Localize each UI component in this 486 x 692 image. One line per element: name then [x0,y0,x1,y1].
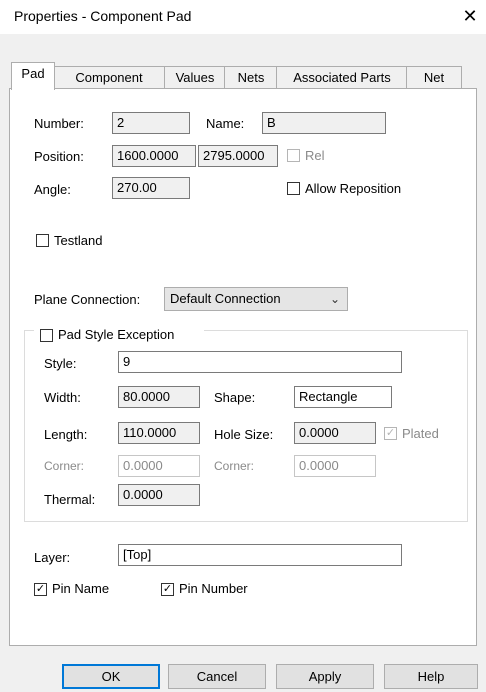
angle-field[interactable]: 270.00 [112,177,190,199]
style-label: Style: [44,356,77,371]
hole-size-field[interactable]: 0.0000 [294,422,376,444]
testland-checkbox[interactable] [36,234,49,247]
plane-connection-dropdown[interactable]: Default Connection ⌄ [164,287,348,311]
corner-field-2[interactable]: 0.0000 [294,455,376,477]
pad-style-exception-label: Pad Style Exception [58,327,175,342]
name-field[interactable]: B [262,112,386,134]
tab-pad[interactable]: Pad [11,62,55,90]
tab-component[interactable]: Component [52,66,166,89]
corner-label-2: Corner: [214,459,255,473]
layer-field[interactable]: [Top] [118,544,402,566]
hole-size-label: Hole Size: [214,427,274,442]
position-label: Position: [34,149,84,164]
length-label: Length: [44,427,88,442]
style-field[interactable]: 9 [118,351,402,373]
window-title: Properties - Component Pad [14,8,192,24]
pin-number-label: Pin Number [179,581,248,596]
ok-button[interactable]: OK [62,664,160,689]
name-label: Name: [206,116,245,131]
tab-values[interactable]: Values [164,66,226,89]
shape-field[interactable]: Rectangle [294,386,392,408]
number-label: Number: [34,116,84,131]
tab-associated-parts[interactable]: Associated Parts [276,66,408,89]
layer-label: Layer: [34,550,71,565]
plane-connection-label: Plane Connection: [34,292,141,307]
rel-checkbox[interactable] [287,149,300,162]
pin-name-checkbox[interactable]: ✓ [34,583,47,596]
width-label: Width: [44,390,81,405]
corner-label-1: Corner: [44,459,85,473]
allow-reposition-checkbox[interactable] [287,182,300,195]
plane-connection-value: Default Connection [170,291,281,306]
position-y-field[interactable]: 2795.0000 [198,145,278,167]
pin-number-checkbox[interactable]: ✓ [161,583,174,596]
apply-button[interactable]: Apply [276,664,374,689]
cancel-button[interactable]: Cancel [168,664,266,689]
thermal-label: Thermal: [44,492,96,507]
number-field[interactable]: 2 [112,112,190,134]
pad-style-exception-checkbox[interactable] [40,329,53,342]
rel-label: Rel [305,148,325,163]
plated-label: Plated [402,426,439,441]
pin-name-label: Pin Name [52,581,110,596]
chevron-down-icon: ⌄ [329,292,340,306]
tab-net[interactable]: Net [406,66,462,89]
shape-label: Shape: [214,390,256,405]
tab-nets[interactable]: Nets [224,66,278,89]
allow-reposition-label: Allow Reposition [305,181,402,196]
length-field[interactable]: 110.0000 [118,422,200,444]
width-field[interactable]: 80.0000 [118,386,200,408]
position-x-field[interactable]: 1600.0000 [112,145,196,167]
plated-checkbox[interactable]: ✓ [384,427,397,440]
testland-label: Testland [54,233,103,248]
thermal-field[interactable]: 0.0000 [118,484,200,506]
angle-label: Angle: [34,182,71,197]
help-button[interactable]: Help [384,664,478,689]
corner-field-1[interactable]: 0.0000 [118,455,200,477]
close-icon[interactable]: ✕ [458,4,482,28]
